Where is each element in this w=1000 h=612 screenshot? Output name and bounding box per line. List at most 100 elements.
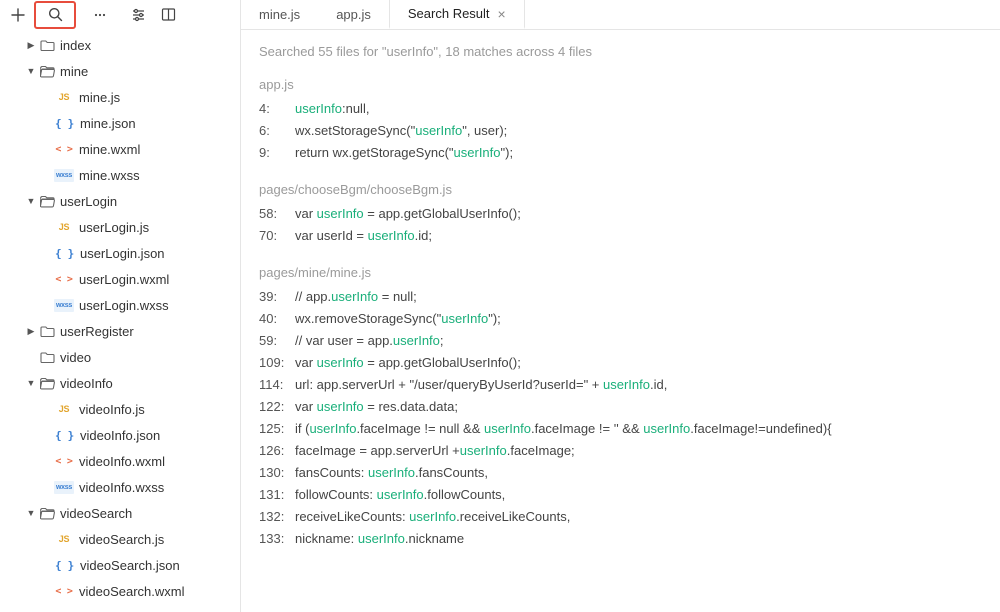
result-line[interactable]: 9:return wx.getStorageSync("userInfo"); bbox=[241, 142, 1000, 164]
tree-item-userRegister[interactable]: ▶ userRegister bbox=[0, 318, 240, 344]
js-file-icon: JS bbox=[54, 221, 74, 234]
line-number: 122: bbox=[259, 397, 295, 417]
tree-item-mine-json[interactable]: { }mine.json bbox=[0, 110, 240, 136]
line-number: 70: bbox=[259, 226, 295, 246]
file-tree[interactable]: ▶index▼mineJSmine.js{ }mine.json< >mine.… bbox=[0, 30, 240, 612]
editor-main: mine.jsapp.jsSearch Result× Searched 55 … bbox=[241, 0, 1000, 612]
twist-icon[interactable]: ▼ bbox=[24, 378, 38, 388]
twist-icon[interactable]: ▼ bbox=[24, 196, 38, 206]
result-line[interactable]: 70:var userId = userInfo.id; bbox=[241, 225, 1000, 247]
close-icon[interactable]: × bbox=[498, 6, 506, 22]
folder-open-icon bbox=[38, 377, 56, 390]
split-icon bbox=[161, 7, 176, 22]
result-line[interactable]: 4:userInfo:null, bbox=[241, 98, 1000, 120]
tree-item-userLogin-js[interactable]: JS userLogin.js bbox=[0, 214, 240, 240]
tree-item-videoInfo[interactable]: ▼videoInfo bbox=[0, 370, 240, 396]
result-line[interactable]: 131:followCounts: userInfo.followCounts, bbox=[241, 484, 1000, 506]
tree-item-userLogin-wxss[interactable]: wxssuserLogin.wxss bbox=[0, 292, 240, 318]
tree-item-label: videoInfo.json bbox=[80, 428, 160, 443]
result-line[interactable]: 133:nickname: userInfo.nickname bbox=[241, 528, 1000, 550]
json-file-icon: { } bbox=[54, 117, 75, 130]
twist-icon[interactable]: ▶ bbox=[24, 326, 38, 337]
line-number: 4: bbox=[259, 99, 295, 119]
tree-item-userLogin-wxml[interactable]: < >userLogin.wxml bbox=[0, 266, 240, 292]
tree-item-mine-js[interactable]: JSmine.js bbox=[0, 84, 240, 110]
sliders-icon bbox=[131, 7, 146, 22]
line-number: 133: bbox=[259, 529, 295, 549]
new-file-button[interactable] bbox=[4, 3, 32, 27]
line-number: 131: bbox=[259, 485, 295, 505]
settings-button[interactable] bbox=[124, 3, 152, 27]
tree-item-label: userLogin bbox=[60, 194, 117, 209]
result-line[interactable]: 125:if (userInfo.faceImage != null && us… bbox=[241, 418, 1000, 440]
tree-item-label: userLogin.js bbox=[79, 220, 149, 235]
tree-item-videoSearch[interactable]: ▼videoSearch bbox=[0, 500, 240, 526]
result-line[interactable]: 122:var userInfo = res.data.data; bbox=[241, 396, 1000, 418]
wxss-file-icon: wxss bbox=[54, 299, 74, 312]
wxss-file-icon: wxss bbox=[54, 169, 74, 182]
result-line[interactable]: 132:receiveLikeCounts: userInfo.receiveL… bbox=[241, 506, 1000, 528]
result-file-header[interactable]: pages/chooseBgm/chooseBgm.js bbox=[241, 182, 1000, 203]
folder-icon bbox=[38, 39, 56, 52]
line-number: 6: bbox=[259, 121, 295, 141]
result-line[interactable]: 58:var userInfo = app.getGlobalUserInfo(… bbox=[241, 203, 1000, 225]
result-line[interactable]: 39:// app.userInfo = null; bbox=[241, 286, 1000, 308]
tree-item-label: mine.wxss bbox=[79, 168, 140, 183]
tree-item-label: userRegister bbox=[60, 324, 134, 339]
result-line[interactable]: 126:faceImage = app.serverUrl +userInfo.… bbox=[241, 440, 1000, 462]
split-view-button[interactable] bbox=[154, 3, 182, 27]
tree-item-videoInfo-wxss[interactable]: wxssvideoInfo.wxss bbox=[0, 474, 240, 500]
tree-item-mine-wxss[interactable]: wxss mine.wxss bbox=[0, 162, 240, 188]
line-number: 132: bbox=[259, 507, 295, 527]
folder-open-icon bbox=[38, 507, 56, 520]
result-file-header[interactable]: pages/mine/mine.js bbox=[241, 265, 1000, 286]
folder-open-icon bbox=[38, 195, 56, 208]
code-text: // app.userInfo = null; bbox=[295, 287, 1000, 307]
line-number: 126: bbox=[259, 441, 295, 461]
tab-mine-js[interactable]: mine.js bbox=[241, 0, 318, 29]
line-number: 58: bbox=[259, 204, 295, 224]
tree-item-mine-wxml[interactable]: < >mine.wxml bbox=[0, 136, 240, 162]
tree-item-videoSearch-js[interactable]: JSvideoSearch.js bbox=[0, 526, 240, 552]
code-text: wx.removeStorageSync("userInfo"); bbox=[295, 309, 1000, 329]
tab-search-result[interactable]: Search Result× bbox=[389, 0, 525, 29]
wxml-file-icon: < > bbox=[54, 585, 74, 598]
tree-item-videoInfo-json[interactable]: { } videoInfo.json bbox=[0, 422, 240, 448]
tree-item-videoSearch-wxml[interactable]: < >videoSearch.wxml bbox=[0, 578, 240, 604]
search-button[interactable] bbox=[34, 1, 76, 29]
result-line[interactable]: 6:wx.setStorageSync("userInfo", user); bbox=[241, 120, 1000, 142]
result-line[interactable]: 109:var userInfo = app.getGlobalUserInfo… bbox=[241, 352, 1000, 374]
plus-icon bbox=[11, 8, 25, 22]
sidebar-toolbar bbox=[0, 0, 240, 30]
tree-item-videoSearch-json[interactable]: { }videoSearch.json bbox=[0, 552, 240, 578]
tree-item-userLogin[interactable]: ▼ userLogin bbox=[0, 188, 240, 214]
result-line[interactable]: 114:url: app.serverUrl + "/user/queryByU… bbox=[241, 374, 1000, 396]
folder-icon bbox=[38, 351, 56, 364]
search-results-panel[interactable]: Searched 55 files for "userInfo", 18 mat… bbox=[241, 30, 1000, 612]
twist-icon[interactable]: ▶ bbox=[24, 40, 38, 51]
twist-icon[interactable]: ▼ bbox=[24, 66, 38, 76]
more-button[interactable] bbox=[86, 3, 114, 27]
tree-item-videoInfo-js[interactable]: JSvideoInfo.js bbox=[0, 396, 240, 422]
json-file-icon: { } bbox=[54, 429, 75, 442]
result-line[interactable]: 40:wx.removeStorageSync("userInfo"); bbox=[241, 308, 1000, 330]
tree-item-mine[interactable]: ▼mine bbox=[0, 58, 240, 84]
tree-item-index[interactable]: ▶index bbox=[0, 32, 240, 58]
result-file-header[interactable]: app.js bbox=[241, 77, 1000, 98]
js-file-icon: JS bbox=[54, 403, 74, 416]
line-number: 125: bbox=[259, 419, 295, 439]
tree-item-videoInfo-wxml[interactable]: < >videoInfo.wxml bbox=[0, 448, 240, 474]
result-line[interactable]: 130:fansCounts: userInfo.fansCounts, bbox=[241, 462, 1000, 484]
folder-open-icon bbox=[38, 65, 56, 78]
tab-app-js[interactable]: app.js bbox=[318, 0, 389, 29]
tree-item-video[interactable]: video bbox=[0, 344, 240, 370]
tree-item-label: userLogin.wxml bbox=[79, 272, 169, 287]
tree-item-userLogin-json[interactable]: { }userLogin.json bbox=[0, 240, 240, 266]
twist-icon[interactable]: ▼ bbox=[24, 508, 38, 518]
code-text: // var user = app.userInfo; bbox=[295, 331, 1000, 351]
code-text: followCounts: userInfo.followCounts, bbox=[295, 485, 1000, 505]
code-text: var userInfo = app.getGlobalUserInfo(); bbox=[295, 353, 1000, 373]
result-line[interactable]: 59:// var user = app.userInfo; bbox=[241, 330, 1000, 352]
code-text: receiveLikeCounts: userInfo.receiveLikeC… bbox=[295, 507, 1000, 527]
sidebar: ▶index▼mineJSmine.js{ }mine.json< >mine.… bbox=[0, 0, 241, 612]
